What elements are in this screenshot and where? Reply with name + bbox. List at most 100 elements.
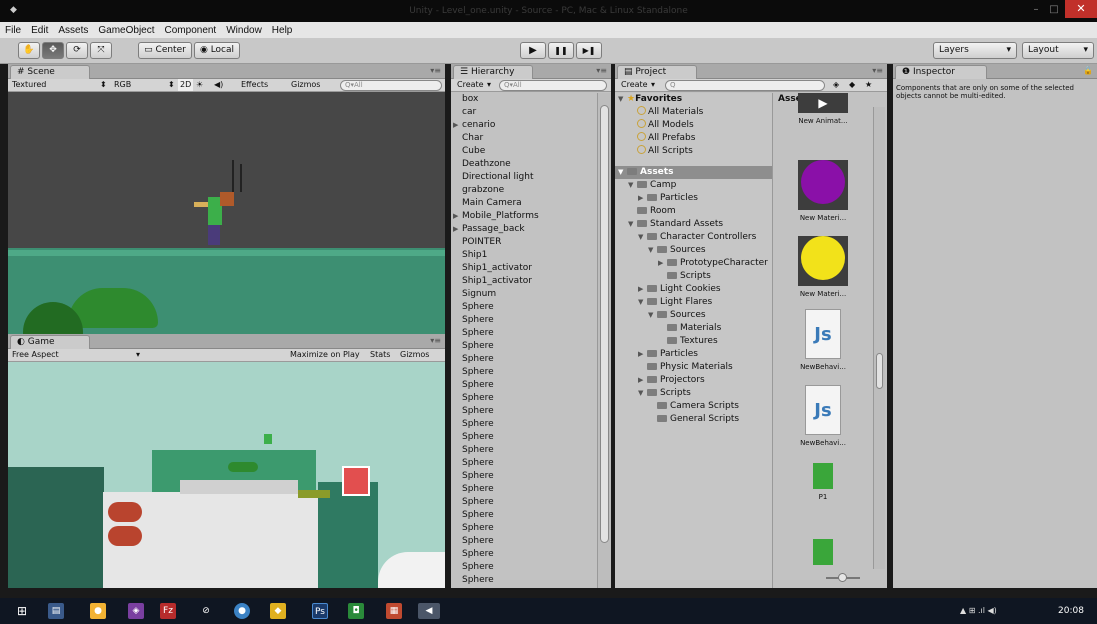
hierarchy-item[interactable]: Sphere (451, 327, 597, 340)
tab-hierarchy[interactable]: ☰ Hierarchy (453, 65, 533, 79)
menu-help[interactable]: Help (267, 25, 298, 36)
app-icon[interactable]: ● (90, 603, 106, 619)
hierarchy-item[interactable]: Directional light (451, 171, 597, 184)
hierarchy-item[interactable]: Sphere (451, 366, 597, 379)
play-button[interactable]: ▶ (520, 42, 546, 59)
slider-handle[interactable] (838, 573, 847, 582)
hierarchy-item[interactable]: Deathzone (451, 158, 597, 171)
hierarchy-item[interactable]: grabzone (451, 184, 597, 197)
hierarchy-item[interactable]: Sphere (451, 496, 597, 509)
expand-arrow-icon[interactable]: ▶ (453, 119, 462, 132)
app-icon[interactable]: ◆ (270, 603, 286, 619)
expand-arrow-icon[interactable]: ▶ (453, 223, 462, 236)
project-folder-item[interactable]: ▶ PrototypeCharacter (615, 257, 772, 270)
hierarchy-item[interactable]: POINTER (451, 236, 597, 249)
render-mode-dropdown[interactable]: RGB (114, 79, 131, 91)
hierarchy-item[interactable]: Sphere (451, 509, 597, 522)
2d-toggle[interactable]: 2D (178, 79, 194, 91)
hierarchy-item[interactable]: Sphere (451, 561, 597, 574)
project-folder-item[interactable]: Room (615, 205, 772, 218)
lock-icon[interactable]: 🔒 (1083, 66, 1093, 75)
layers-dropdown[interactable]: Layers ▾ (933, 42, 1017, 59)
minimize-button[interactable]: – (1029, 2, 1043, 18)
project-folder-item[interactable]: ▶ Projectors (615, 374, 772, 387)
menu-file[interactable]: File (0, 25, 26, 36)
favorite-search-item[interactable]: All Scripts (615, 145, 772, 158)
pivot-local-button[interactable]: ◉ Local (194, 42, 240, 59)
scene-search-input[interactable]: Q▾All (340, 80, 442, 91)
project-folder-item[interactable]: Scripts (615, 270, 772, 283)
rotate-tool-button[interactable]: ⟳ (66, 42, 88, 59)
scale-tool-button[interactable]: ⤧ (90, 42, 112, 59)
panel-menu-icon[interactable]: ▾≡ (430, 66, 441, 75)
shading-mode-dropdown[interactable]: Textured (12, 79, 46, 91)
hierarchy-item[interactable]: Sphere (451, 574, 597, 587)
project-folder-item[interactable]: Materials (615, 322, 772, 335)
expand-arrow-icon[interactable]: ▼ (648, 309, 657, 322)
hierarchy-item[interactable]: Sphere (451, 353, 597, 366)
photoshop-icon[interactable]: Ps (312, 603, 328, 619)
hierarchy-item[interactable]: Ship1_activator (451, 275, 597, 288)
hierarchy-item[interactable]: ▶ Passage_back (451, 223, 597, 236)
app-icon[interactable]: ◘ (348, 603, 364, 619)
effects-dropdown[interactable]: Effects (241, 79, 268, 91)
lighting-toggle-icon[interactable]: ☀ (196, 79, 203, 91)
hierarchy-item[interactable]: Char (451, 132, 597, 145)
game-viewport[interactable] (8, 362, 445, 588)
hierarchy-item[interactable]: Cube (451, 145, 597, 158)
hierarchy-item[interactable]: Main Camera (451, 197, 597, 210)
moving-platform[interactable] (298, 490, 330, 498)
hand-tool-button[interactable]: ✋ (18, 42, 40, 59)
menu-edit[interactable]: Edit (26, 25, 53, 36)
app-icon[interactable]: ⊘ (198, 603, 214, 619)
move-tool-button[interactable]: ✥ (42, 42, 64, 59)
filter-label-icon[interactable]: ◆ (849, 79, 855, 91)
player-character-sprite[interactable] (264, 434, 272, 444)
hierarchy-item[interactable]: box (451, 93, 597, 106)
project-create-dropdown[interactable]: Create (621, 79, 648, 91)
project-folder-item[interactable]: Physic Materials (615, 361, 772, 374)
favorites-section[interactable]: ▼ ★Favorites (615, 93, 772, 106)
scrollbar-thumb[interactable] (876, 353, 883, 389)
expand-arrow-icon[interactable]: ▼ (628, 218, 637, 231)
hierarchy-item[interactable]: Sphere (451, 470, 597, 483)
panel-menu-icon[interactable]: ▾≡ (430, 336, 441, 345)
favorite-search-item[interactable]: All Prefabs (615, 132, 772, 145)
expand-arrow-icon[interactable]: ▶ (638, 283, 647, 296)
pivot-center-button[interactable]: ▭ Center (138, 42, 192, 59)
expand-arrow-icon[interactable]: ▼ (648, 244, 657, 257)
hierarchy-item[interactable]: Sphere (451, 431, 597, 444)
panel-menu-icon[interactable]: ▾≡ (596, 66, 607, 75)
project-folder-item[interactable]: Textures (615, 335, 772, 348)
hierarchy-search-input[interactable]: Q▾All (499, 80, 607, 91)
hierarchy-item[interactable]: Sphere (451, 405, 597, 418)
maximize-button[interactable]: □ (1047, 2, 1061, 18)
expand-arrow-icon[interactable]: ▶ (658, 257, 667, 270)
asset-item[interactable]: Js NewBehavi... (792, 309, 854, 371)
project-folder-item[interactable]: ▼ Standard Assets (615, 218, 772, 231)
expand-arrow-icon[interactable]: ▶ (453, 210, 462, 223)
menu-gameobject[interactable]: GameObject (93, 25, 159, 36)
filezilla-icon[interactable]: Fz (160, 603, 176, 619)
pause-button[interactable]: ❚❚ (548, 42, 574, 59)
system-tray[interactable]: ▲ ⊞ .ıl ◀) (960, 606, 997, 615)
stats-toggle[interactable]: Stats (370, 349, 390, 361)
project-folder-item[interactable]: ▼ Camp (615, 179, 772, 192)
asset-item[interactable]: New Materi... (792, 233, 854, 298)
app-icon[interactable]: ▦ (386, 603, 402, 619)
gizmos-toggle[interactable]: Gizmos (400, 349, 429, 361)
scrollbar-thumb[interactable] (600, 105, 609, 543)
asset-item[interactable] (792, 539, 854, 569)
filter-type-icon[interactable]: ◈ (833, 79, 839, 91)
asset-item[interactable]: New Materi... (792, 157, 854, 222)
project-folder-item[interactable]: ▶ Light Cookies (615, 283, 772, 296)
hierarchy-item[interactable]: Sphere (451, 314, 597, 327)
project-folder-item[interactable]: ▼ Light Flares (615, 296, 772, 309)
menu-component[interactable]: Component (160, 25, 222, 36)
hierarchy-item[interactable]: Sphere (451, 483, 597, 496)
unity-taskbar-icon[interactable]: ◀ (418, 603, 440, 619)
start-button-icon[interactable]: ⊞ (14, 603, 30, 619)
hierarchy-item[interactable]: Ship1_activator (451, 262, 597, 275)
project-folder-item[interactable]: ▼ Sources (615, 244, 772, 257)
hierarchy-item[interactable]: Sphere (451, 392, 597, 405)
